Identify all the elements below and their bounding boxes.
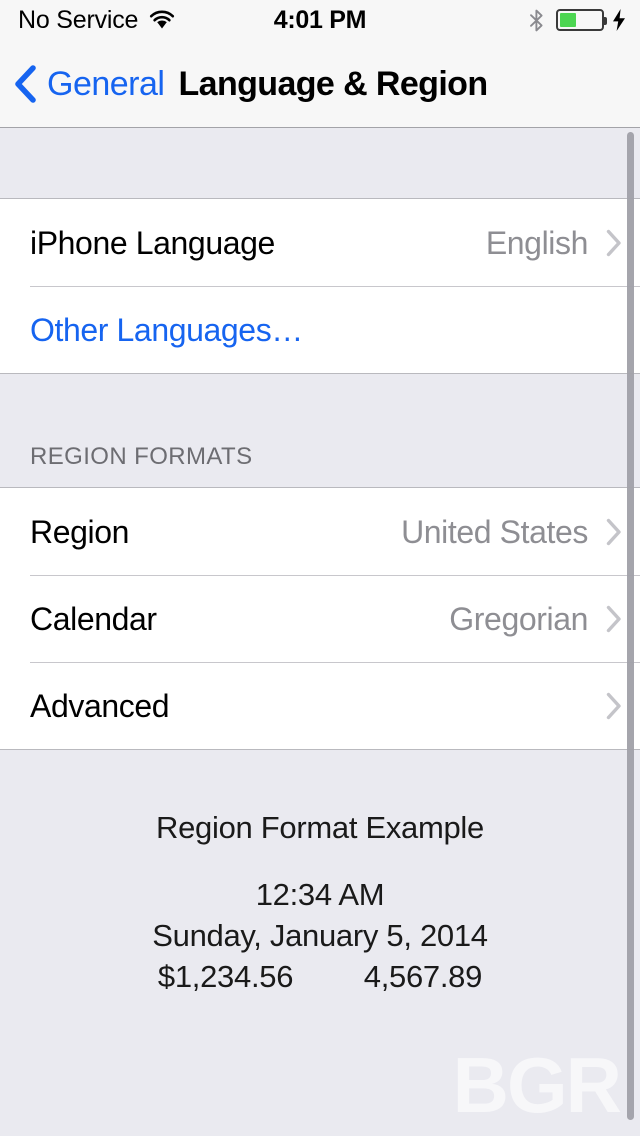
back-button-label: General bbox=[47, 64, 165, 103]
back-button[interactable]: General bbox=[0, 64, 165, 103]
row-iphone-language[interactable]: iPhone Language English bbox=[0, 199, 640, 286]
row-other-languages[interactable]: Other Languages… bbox=[0, 286, 640, 373]
chevron-right-icon bbox=[606, 605, 621, 632]
row-value: Gregorian bbox=[449, 600, 588, 637]
status-bar-left: No Service bbox=[18, 5, 175, 34]
example-currency: $1,234.56 bbox=[157, 959, 294, 995]
settings-scroll-content: iPhone Language English Other Languages…… bbox=[0, 129, 640, 1136]
bluetooth-icon bbox=[530, 9, 543, 31]
wifi-icon bbox=[150, 10, 175, 29]
vertical-scrollbar[interactable] bbox=[627, 132, 634, 1120]
navigation-bar: General Language & Region bbox=[0, 40, 640, 128]
chevron-right-icon bbox=[606, 229, 621, 256]
chevron-right-icon bbox=[606, 692, 621, 719]
status-bar: No Service 4:01 PM bbox=[0, 0, 640, 40]
row-advanced[interactable]: Advanced bbox=[0, 662, 640, 749]
row-label: Region bbox=[30, 513, 130, 550]
row-label: Other Languages… bbox=[30, 311, 303, 348]
row-region[interactable]: Region United States bbox=[0, 488, 640, 575]
row-value: English bbox=[485, 224, 589, 261]
row-calendar[interactable]: Calendar Gregorian bbox=[0, 575, 640, 662]
region-formats-section: Region United States Calendar Gregorian … bbox=[0, 487, 640, 750]
chevron-right-icon bbox=[606, 518, 621, 545]
page-title: Language & Region bbox=[178, 64, 488, 103]
region-format-example: Region Format Example 12:34 AM Sunday, J… bbox=[0, 750, 640, 998]
status-bar-right bbox=[529, 9, 626, 32]
language-section: iPhone Language English Other Languages… bbox=[0, 198, 640, 374]
chevron-left-icon bbox=[15, 64, 36, 103]
carrier-label: No Service bbox=[18, 5, 139, 34]
example-number: 4,567.89 bbox=[363, 959, 483, 995]
example-date: Sunday, January 5, 2014 bbox=[152, 918, 488, 954]
region-formats-header: REGION FORMATS bbox=[0, 374, 640, 487]
row-value: United States bbox=[401, 513, 588, 550]
row-label: iPhone Language bbox=[30, 224, 275, 261]
row-label: Calendar bbox=[30, 600, 157, 637]
lightning-bolt-icon bbox=[613, 9, 625, 31]
top-spacer bbox=[0, 129, 640, 198]
example-title: Region Format Example bbox=[156, 810, 484, 845]
section-header-label: REGION FORMATS bbox=[30, 443, 253, 470]
example-time: 12:34 AM bbox=[255, 877, 385, 912]
battery-icon bbox=[556, 9, 607, 31]
iphone-settings-screen: No Service 4:01 PM General Language & Re… bbox=[0, 0, 640, 1136]
row-label: Advanced bbox=[30, 687, 170, 724]
example-numbers: $1,234.56 4,567.89 bbox=[158, 956, 482, 997]
